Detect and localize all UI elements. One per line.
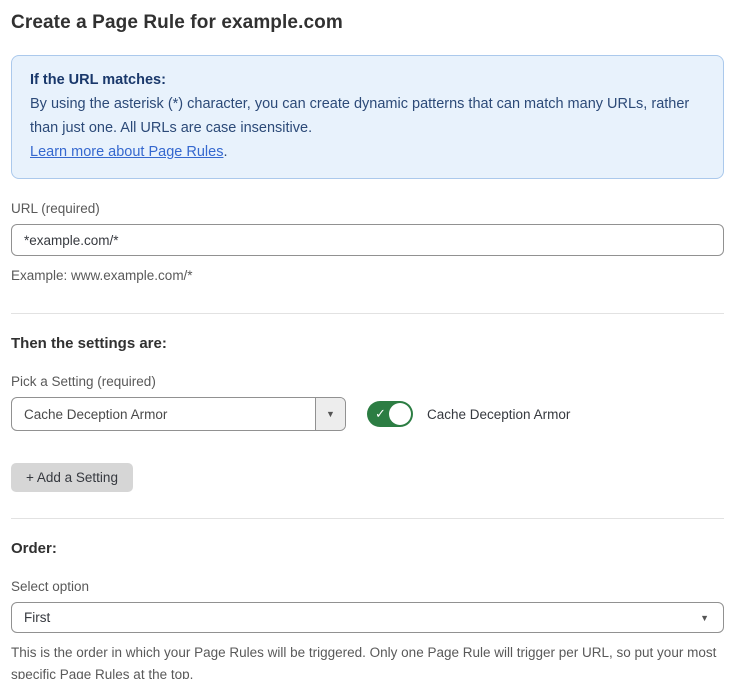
info-box-body: By using the asterisk (*) character, you…	[30, 92, 705, 140]
setting-toggle-group: ✓ Cache Deception Armor	[367, 401, 570, 427]
info-box-heading: If the URL matches:	[30, 68, 705, 92]
order-help-text: This is the order in which your Page Rul…	[11, 642, 724, 679]
cache-deception-armor-toggle[interactable]: ✓	[367, 401, 413, 427]
order-select[interactable]: First ▼	[11, 602, 724, 633]
order-select-value: First	[24, 610, 50, 625]
toggle-label: Cache Deception Armor	[427, 407, 570, 422]
divider	[11, 313, 724, 314]
order-section-heading: Order:	[11, 540, 724, 557]
learn-more-link[interactable]: Learn more about Page Rules	[30, 144, 223, 160]
url-input[interactable]	[11, 224, 724, 256]
divider	[11, 518, 724, 519]
toggle-knob	[389, 403, 411, 425]
create-page-rule-form: Create a Page Rule for example.com If th…	[0, 0, 750, 679]
chevron-down-icon: ▼	[326, 409, 335, 419]
page-title: Create a Page Rule for example.com	[11, 12, 724, 34]
setting-row: Cache Deception Armor ▼ ✓ Cache Deceptio…	[11, 397, 724, 431]
settings-section-heading: Then the settings are:	[11, 335, 724, 352]
order-select-label: Select option	[11, 579, 724, 594]
link-period: .	[223, 144, 227, 160]
check-icon: ✓	[375, 407, 386, 420]
info-box-link-line: Learn more about Page Rules.	[30, 140, 705, 164]
setting-picker-label: Pick a Setting (required)	[11, 374, 724, 389]
url-example-text: Example: www.example.com/*	[11, 265, 724, 287]
setting-select[interactable]: Cache Deception Armor ▼	[11, 397, 346, 431]
setting-select-arrow-button[interactable]: ▼	[315, 398, 345, 430]
url-match-info-box: If the URL matches: By using the asteris…	[11, 55, 724, 179]
chevron-down-icon: ▼	[700, 613, 709, 623]
url-field-label: URL (required)	[11, 201, 724, 216]
setting-select-value: Cache Deception Armor	[12, 398, 315, 430]
add-setting-button[interactable]: + Add a Setting	[11, 463, 133, 492]
